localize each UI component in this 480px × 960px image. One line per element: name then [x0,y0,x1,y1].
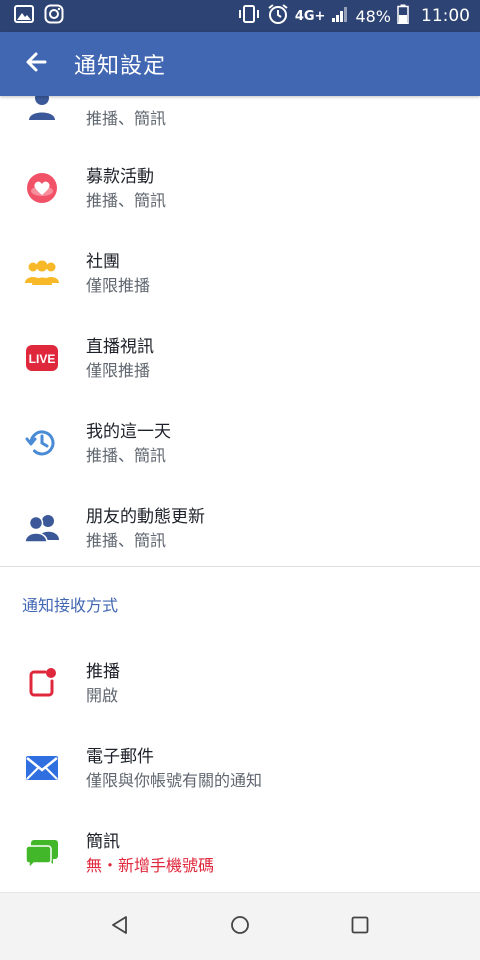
status-bar: 4G+ 48% 11:00 [0,0,480,32]
list-item-groups[interactable]: 社團 僅限推播 [0,241,480,305]
list-item-title: 募款活動 [86,167,154,187]
status-bar-left [14,4,64,28]
list-item-subtitle: 僅限與你帳號有關的通知 [86,771,263,790]
profile-icon [24,96,60,124]
list-item-fundraisers[interactable]: 募款活動 推播、簡訊 [0,156,480,220]
list-item-subtitle: 推播、簡訊 [86,446,167,465]
list-item-subtitle: 推播、簡訊 [86,191,167,210]
home-circle-icon [230,915,250,939]
network-type: 4G+ [294,8,326,24]
list-item-sms[interactable]: 簡訊 無・新增手機號碼 [0,821,480,885]
list-item-title: 直播視訊 [86,337,154,357]
settings-list[interactable]: 推播、簡訊 募款活動 推播、簡訊 社團 僅限推播 LIVE 直播視訊 僅限推播 … [0,96,480,892]
page-title: 通知設定 [74,54,167,79]
nav-recents-button[interactable] [340,907,380,947]
alarm-icon [267,3,289,29]
svg-text:LIVE: LIVE [29,352,56,366]
list-item-subtitle: 僅限推播 [86,361,151,380]
list-item-title: 我的這一天 [86,422,171,442]
list-item-title: 簡訊 [86,832,120,852]
signal-icon [331,5,349,27]
arrow-left-icon [24,50,48,78]
memories-clock-icon [24,425,60,461]
section-divider [0,566,480,567]
push-notification-icon [24,665,60,701]
friends-icon [24,510,60,546]
section-header-delivery: 通知接收方式 [22,596,119,615]
list-item-title: 推播 [86,662,120,682]
nav-home-button[interactable] [220,907,260,947]
list-item-on-this-day[interactable]: 我的這一天 推播、簡訊 [0,411,480,475]
list-item-friend-updates[interactable]: 朋友的動態更新 推播、簡訊 [0,496,480,560]
add-phone-link[interactable]: 無・新增手機號碼 [86,852,214,876]
list-item-subtitle: 推播、簡訊 [86,109,167,128]
list-item-subtitle: 推播、簡訊 [86,531,167,550]
live-video-icon: LIVE [24,340,60,376]
list-item-email[interactable]: 電子郵件 僅限與你帳號有關的通知 [0,736,480,800]
back-triangle-icon [110,915,130,939]
app-bar: 通知設定 [0,32,480,96]
list-item-subtitle: 開啟 [86,686,119,705]
recents-square-icon [350,915,370,939]
clock: 11:00 [421,6,470,26]
list-item-live-video[interactable]: LIVE 直播視訊 僅限推播 [0,326,480,390]
list-item-profile[interactable]: 推播、簡訊 [0,96,480,138]
status-bar-right: 4G+ 48% 11:00 [237,3,470,29]
list-item-subtitle: 僅限推播 [86,276,151,295]
gallery-icon [14,5,34,27]
list-item-title: 朋友的動態更新 [86,507,205,527]
nav-back-button[interactable] [100,907,140,947]
instagram-icon [44,4,64,28]
system-nav-bar [0,892,480,960]
fundraiser-heart-icon [24,170,60,206]
battery-percent: 48% [355,6,391,26]
list-item-push[interactable]: 推播 開啟 [0,651,480,715]
email-icon [24,750,60,786]
sms-chat-icon [24,835,60,871]
list-item-title: 社團 [86,252,120,272]
groups-icon [24,255,60,291]
list-item-title: 電子郵件 [86,747,154,767]
battery-icon [397,4,409,28]
vibrate-icon [237,4,261,28]
back-button[interactable] [0,32,72,96]
